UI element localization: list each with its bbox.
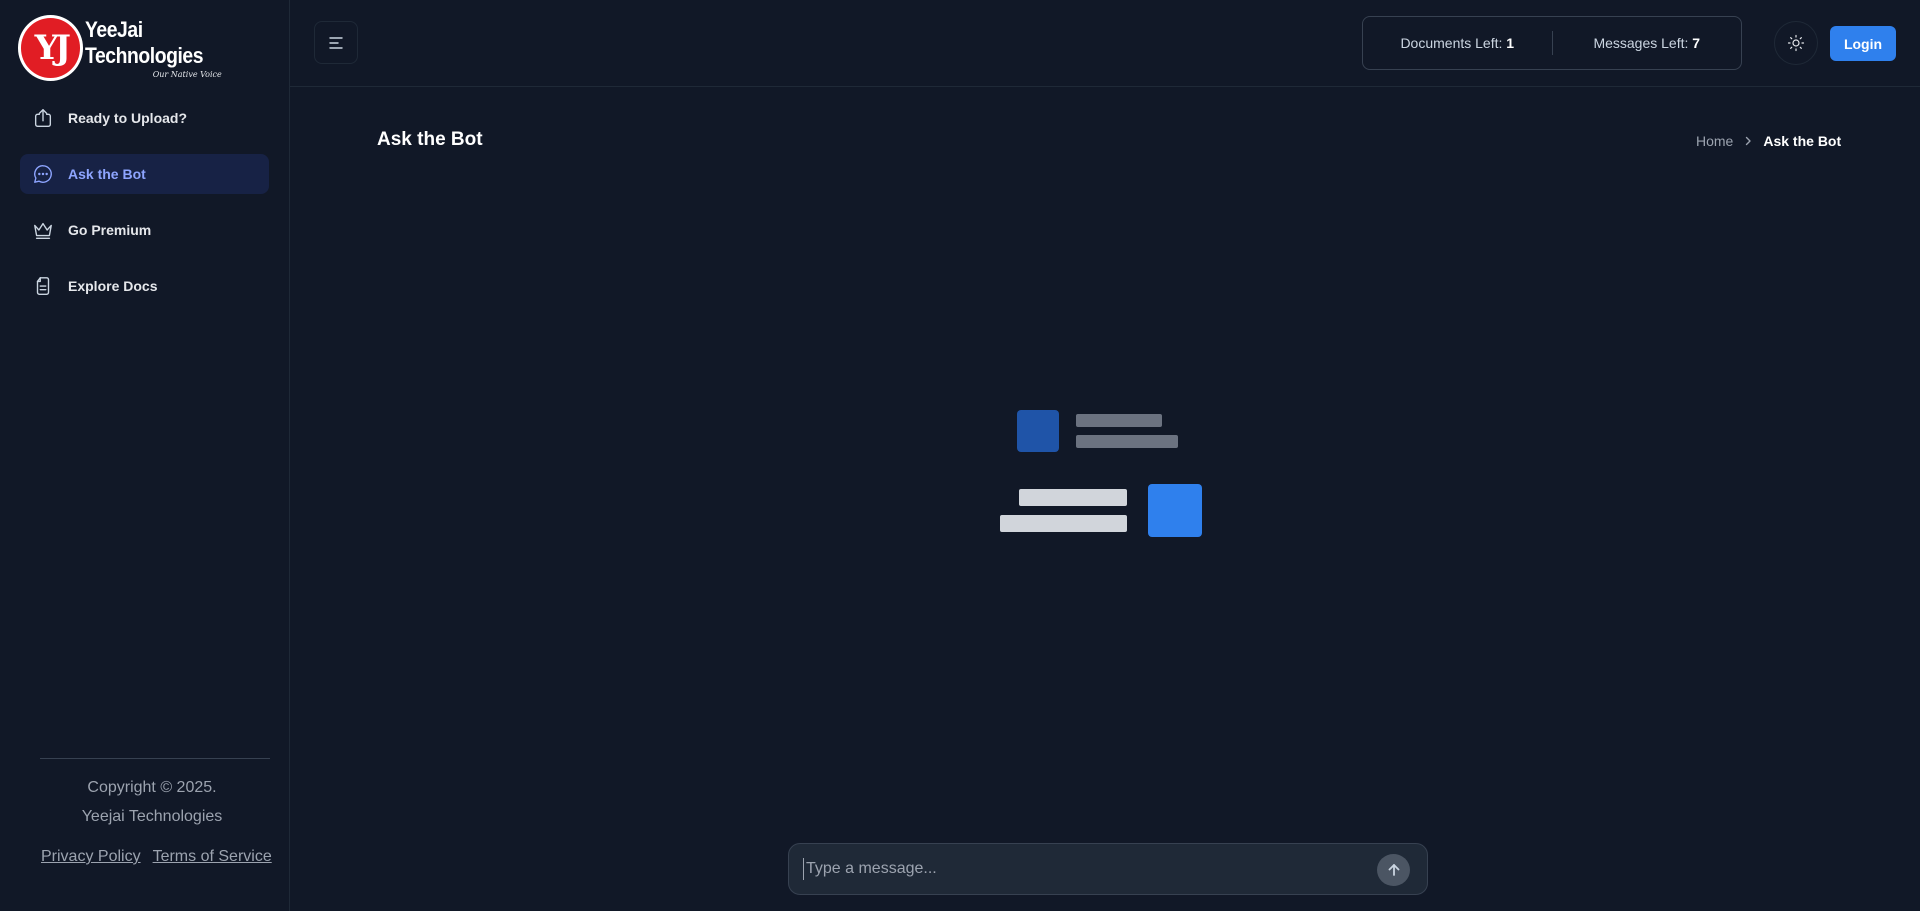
brand-logo[interactable]: YJ YeeJai Technologies Our Native Voice bbox=[18, 15, 289, 81]
sidebar-item-label: Explore Docs bbox=[68, 278, 158, 294]
app-root: YJ YeeJai Technologies Our Native Voice … bbox=[0, 0, 1920, 911]
sidebar-item-explore-docs[interactable]: Explore Docs bbox=[20, 266, 269, 306]
breadcrumb: Home Ask the Bot bbox=[1696, 133, 1841, 149]
copyright: Copyright © 2025. Yeejai Technologies bbox=[20, 773, 284, 831]
arrow-up-icon bbox=[1388, 864, 1399, 876]
user-message-line bbox=[1000, 515, 1127, 532]
breadcrumb-current: Ask the Bot bbox=[1763, 133, 1842, 149]
messages-left: Messages Left: 7 bbox=[1593, 35, 1701, 51]
sidebar-item-label: Ask the Bot bbox=[68, 166, 146, 182]
logo-mark: YJ bbox=[18, 15, 84, 81]
crown-icon bbox=[34, 222, 52, 239]
login-button[interactable]: Login bbox=[1830, 26, 1896, 61]
chat-bubble-icon bbox=[34, 165, 52, 183]
menu-toggle-button[interactable] bbox=[314, 21, 358, 64]
menu-icon bbox=[329, 36, 343, 49]
brand-tagline: Our Native Voice bbox=[152, 70, 222, 79]
bot-message-line bbox=[1076, 414, 1162, 427]
sidebar: YJ YeeJai Technologies Our Native Voice … bbox=[0, 0, 290, 911]
sidebar-item-label: Go Premium bbox=[68, 222, 152, 238]
brand-name: YeeJai Technologies bbox=[85, 17, 204, 68]
privacy-policy-link[interactable]: Privacy Policy bbox=[41, 848, 141, 866]
documents-left-value: 1 bbox=[1506, 35, 1515, 51]
message-input[interactable] bbox=[803, 858, 1363, 880]
top-header: Documents Left: 1 Messages Left: 7 Login bbox=[290, 0, 1920, 87]
sidebar-nav: Ready to Upload? Ask the Bot Go Premium bbox=[20, 98, 269, 322]
chat-composer bbox=[788, 843, 1428, 895]
usage-quota-box: Documents Left: 1 Messages Left: 7 bbox=[1362, 16, 1742, 70]
user-message-line bbox=[1019, 489, 1127, 506]
empty-chat-illustration bbox=[996, 408, 1206, 538]
legal-links: Privacy Policy Terms of Service bbox=[41, 848, 272, 866]
sidebar-divider bbox=[40, 758, 270, 759]
messages-left-value: 7 bbox=[1692, 35, 1701, 51]
upload-icon bbox=[34, 109, 52, 127]
chevron-right-icon bbox=[1743, 136, 1753, 146]
sun-icon bbox=[1787, 34, 1805, 52]
breadcrumb-home-link[interactable]: Home bbox=[1696, 133, 1733, 149]
copyright-line: Copyright © 2025. bbox=[87, 779, 217, 796]
terms-of-service-link[interactable]: Terms of Service bbox=[153, 848, 272, 866]
send-button[interactable] bbox=[1377, 854, 1410, 886]
theme-toggle-button[interactable] bbox=[1774, 21, 1818, 65]
page-title: Ask the Bot bbox=[377, 129, 483, 150]
user-avatar-placeholder bbox=[1148, 484, 1202, 537]
sidebar-item-go-premium[interactable]: Go Premium bbox=[20, 210, 269, 250]
company-line: Yeejai Technologies bbox=[81, 808, 223, 825]
document-icon bbox=[36, 277, 50, 295]
sidebar-item-ask-the-bot[interactable]: Ask the Bot bbox=[20, 154, 269, 194]
bot-avatar-placeholder bbox=[1017, 410, 1059, 452]
sidebar-item-label: Ready to Upload? bbox=[68, 110, 188, 126]
bot-message-line bbox=[1076, 435, 1178, 448]
documents-left: Documents Left: 1 bbox=[1400, 35, 1515, 51]
sidebar-item-upload[interactable]: Ready to Upload? bbox=[20, 98, 269, 138]
